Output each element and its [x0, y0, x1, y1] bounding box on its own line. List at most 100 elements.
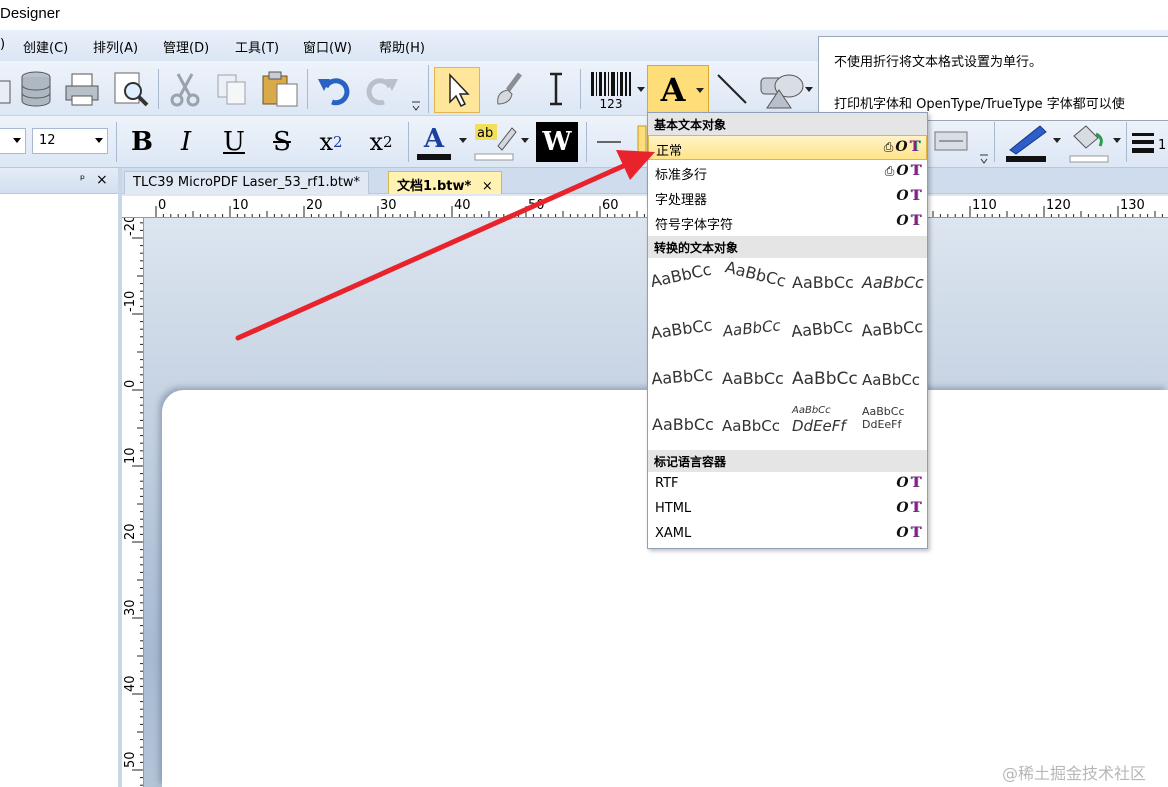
ruler-label: 0: [158, 198, 166, 213]
text-tool-button[interactable]: A: [647, 65, 709, 115]
ruler-label: 30: [380, 198, 397, 213]
superscript-icon[interactable]: x2: [358, 124, 404, 160]
text-type-symbol-char[interactable]: 符号字体字符 OT: [648, 210, 927, 235]
pen-color-icon[interactable]: [1000, 120, 1054, 164]
highlight-dropdown-icon[interactable]: [520, 136, 530, 146]
sample-two-line-1[interactable]: AaBbCc DdEeFf: [792, 405, 860, 445]
redo-icon[interactable]: [362, 69, 402, 109]
reverse-text-icon[interactable]: W: [536, 122, 578, 162]
text-tool-dropdown-icon[interactable]: [696, 88, 704, 94]
italic-icon[interactable]: I: [168, 124, 204, 160]
shape-tool-icon[interactable]: [756, 67, 808, 113]
sample-arc-down[interactable]: AaBbCc: [718, 257, 794, 312]
copy-icon[interactable]: [212, 69, 252, 109]
line-width-icon[interactable]: 1: [1130, 128, 1168, 158]
format-toolbar-overflow-icon[interactable]: [978, 150, 990, 166]
tab-document1[interactable]: 文档1.btw* ×: [388, 171, 502, 194]
tab-close-icon[interactable]: ×: [482, 179, 493, 194]
toolbar-overflow-icon[interactable]: [410, 97, 422, 113]
section-header-basic: 基本文本对象: [648, 113, 927, 135]
sample-plain-1[interactable]: AaBbCc: [652, 415, 720, 455]
title-bar: Designer: [0, 0, 1168, 30]
menu-create[interactable]: 创建(C): [23, 37, 68, 56]
text-type-multiline[interactable]: 标准多行 ⎙ O T: [648, 160, 927, 185]
truetype-icon: T: [910, 500, 921, 516]
menu-help[interactable]: 帮助(H): [379, 37, 425, 56]
undo-icon[interactable]: [314, 69, 354, 109]
ruler-label: 40: [123, 675, 138, 692]
panel-close-icon[interactable]: ×: [96, 172, 108, 188]
database-icon[interactable]: [18, 69, 54, 109]
print-preview-icon[interactable]: [110, 69, 152, 109]
text-type-word-processor[interactable]: 字处理器 OT: [648, 185, 927, 210]
fill-color-icon[interactable]: [1066, 120, 1112, 164]
bold-icon[interactable]: B: [124, 124, 160, 160]
select-tool-icon[interactable]: [434, 67, 480, 113]
barcode-dropdown-icon[interactable]: [637, 85, 645, 95]
left-docked-panel: ᵖ ×: [0, 168, 118, 787]
markup-html[interactable]: HTML OT: [648, 497, 927, 522]
pin-icon[interactable]: ᵖ: [80, 172, 85, 186]
markup-xaml[interactable]: XAML OT: [648, 522, 927, 547]
pen-color-dropdown-icon[interactable]: [1052, 136, 1062, 146]
shape-dropdown-icon[interactable]: [804, 85, 814, 95]
sample-line: AaBbCc: [792, 405, 831, 416]
menu-window[interactable]: 窗口(W): [303, 37, 352, 56]
text-object-dropdown: 基本文本对象 正常 ⎙ O T 标准多行 ⎙ O T 字处理器 OT 符号字体字符 OT…: [647, 112, 928, 549]
panel-header: ᵖ ×: [0, 168, 118, 194]
menu-arrange[interactable]: 排列(A): [93, 37, 138, 56]
menu-item-fragment: ): [0, 37, 6, 52]
sample-italic[interactable]: AaBbCc: [862, 273, 930, 313]
ruler-label: 10: [232, 198, 249, 213]
sample-straight[interactable]: AaBbCc: [792, 273, 860, 313]
item-label: 正常: [656, 144, 683, 159]
font-color-icon[interactable]: A: [414, 120, 454, 164]
section-header-markup: 标记语言容器: [648, 450, 927, 472]
partial-icon[interactable]: [0, 71, 12, 107]
cut-icon[interactable]: [165, 69, 205, 109]
barcode-number: 123: [599, 97, 623, 111]
sample-wave-4[interactable]: AaBbCc: [861, 317, 932, 362]
font-color-dropdown-icon[interactable]: [458, 136, 468, 146]
sample-wave-1[interactable]: AaBbCc: [650, 314, 723, 363]
text-cursor-tool-icon[interactable]: [536, 69, 576, 109]
document-tabs: TLC39 MicroPDF Laser_53_rf1.btw* 文档1.btw…: [122, 168, 1168, 194]
object-arrange-icon[interactable]: [930, 124, 972, 158]
vertical-ruler-ticks: -20 -10 0 10 20 30 40 50: [123, 218, 143, 786]
highlight-color-icon[interactable]: ab: [472, 120, 518, 164]
underline-icon[interactable]: U: [216, 124, 252, 160]
sample-bulge-3[interactable]: AaBbCc: [792, 369, 860, 409]
barcode-tool-icon[interactable]: 123: [586, 67, 636, 113]
sample-bulge-1[interactable]: AaBbCc: [651, 365, 722, 410]
line-style-icon[interactable]: [594, 124, 624, 160]
font-name-combo[interactable]: [0, 128, 26, 154]
text-tool-letter: A: [660, 71, 686, 109]
sample-wave-2[interactable]: AaBbCc: [721, 315, 791, 363]
sample-two-line-2[interactable]: AaBbCc DdEeFf: [862, 405, 930, 445]
markup-rtf[interactable]: RTF OT: [648, 472, 927, 497]
ruler-label: 60: [602, 198, 619, 213]
font-size-combo[interactable]: 12: [32, 128, 108, 154]
item-label: 符号字体字符: [655, 218, 734, 233]
truetype-icon: T: [910, 475, 921, 491]
sample-line: AaBbCc: [862, 405, 905, 418]
tab-label: 文档1.btw*: [397, 179, 472, 194]
tab-tlc39[interactable]: TLC39 MicroPDF Laser_53_rf1.btw*: [124, 171, 370, 194]
print-icon[interactable]: [62, 69, 102, 109]
brush-tool-icon[interactable]: [488, 69, 530, 109]
subscript-icon[interactable]: x2: [308, 124, 354, 160]
sample-bulge-2[interactable]: AaBbCc: [722, 369, 790, 409]
sample-arc-up[interactable]: AaBbCc: [649, 258, 724, 311]
truetype-icon: T: [910, 188, 921, 204]
sample-wave-3[interactable]: AaBbCc: [790, 316, 861, 362]
menu-tools[interactable]: 工具(T): [235, 37, 279, 56]
watermark: @稀土掘金技术社区: [1002, 764, 1147, 783]
paste-icon[interactable]: [258, 69, 302, 109]
ruler-label: 40: [454, 198, 471, 213]
line-tool-icon[interactable]: [712, 69, 752, 109]
menu-manage[interactable]: 管理(D): [163, 37, 209, 56]
fill-color-dropdown-icon[interactable]: [1112, 136, 1122, 146]
text-type-normal[interactable]: 正常 ⎙ O T: [648, 135, 927, 160]
strikethrough-icon[interactable]: S: [264, 124, 300, 160]
item-label: RTF: [655, 476, 679, 491]
